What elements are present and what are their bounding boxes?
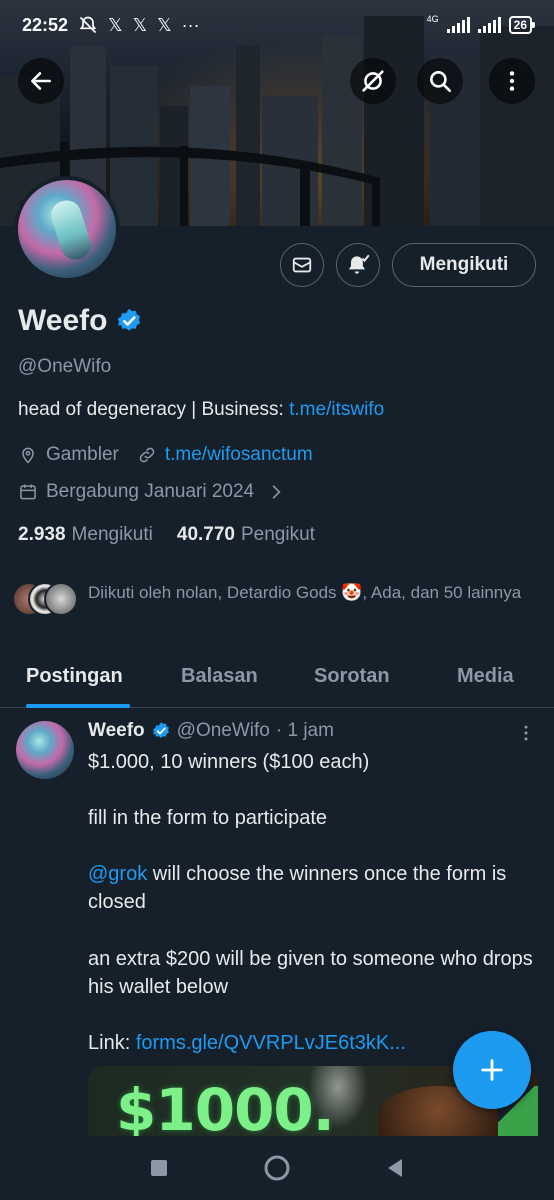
tab-highlights[interactable]: Sorotan (314, 665, 390, 688)
link-icon (139, 447, 155, 463)
following-button[interactable]: Mengikuti (392, 243, 536, 287)
followers-label: Pengikut (241, 524, 315, 545)
verified-badge-icon[interactable] (115, 307, 143, 335)
compose-post-button[interactable] (453, 1031, 531, 1109)
following-count: 2.938 (18, 524, 66, 545)
bio-link[interactable]: t.me/itswifo (289, 399, 384, 420)
tab-posts[interactable]: Postingan (26, 665, 123, 688)
tweet-author-name[interactable]: Weefo (88, 720, 145, 742)
nav-circle-icon (264, 1155, 290, 1181)
tweet-text: will choose the winners once the form is… (88, 863, 507, 913)
followed-by[interactable]: Diikuti oleh nolan, Detardio Gods 🤡, Ada… (12, 580, 542, 616)
profile-name-text: Weefo (18, 304, 108, 337)
location-icon (22, 447, 34, 464)
recent-apps-button[interactable] (144, 1153, 174, 1183)
followers-count: 40.770 (176, 524, 235, 545)
profile-bio: head of degeneracy | Business: t.me/itsw… (18, 399, 384, 421)
tweet-link[interactable]: forms.gle/QVVRPLvJE6t3kK... (136, 1032, 406, 1054)
tweet-text-line: $1.000, 10 winners ($100 each) (88, 751, 370, 773)
verified-badge-icon (152, 722, 169, 738)
profile-website[interactable]: t.me/wifosanctum (165, 444, 313, 466)
tweet-text-line: an extra $200 will be given to someone w… (88, 948, 533, 998)
profile-meta-row: Gambler t.me/wifosanctum (18, 444, 313, 466)
tab-replies[interactable]: Balasan (181, 665, 258, 688)
arrow-left-icon (31, 72, 51, 90)
followers-stat[interactable]: 40.770 Pengikut (177, 524, 315, 546)
x-app-icon: 𝕏 (132, 15, 148, 35)
back-button[interactable] (18, 58, 64, 104)
tweet-text-line: fill in the form to participate (88, 807, 327, 829)
profile-joined-row[interactable]: Bergabung Januari 2024 (18, 481, 286, 503)
following-label: Mengikuti (71, 524, 153, 545)
tweet-mention[interactable]: @grok (88, 863, 147, 885)
status-time: 22:52 (22, 14, 69, 35)
notifications-button[interactable] (336, 243, 380, 287)
signal-icon (477, 17, 501, 33)
follow-stats: 2.938 Mengikuti 40.770 Pengikut (18, 524, 315, 546)
network-type: 4G (426, 14, 439, 24)
bell-check-icon (348, 254, 370, 274)
chevron-right-icon (272, 485, 281, 499)
message-button[interactable] (280, 243, 324, 287)
following-stat[interactable]: 2.938 Mengikuti (18, 524, 153, 546)
x-app-icon: 𝕏 (108, 15, 123, 35)
search-button[interactable] (417, 58, 463, 104)
tweet-more-button[interactable] (516, 722, 536, 749)
status-bar: 22:52 𝕏 𝕏 𝕏 ··· 4G 26 (0, 0, 554, 50)
tweet-link-prefix: Link: (88, 1032, 136, 1054)
mail-icon (292, 257, 312, 273)
profile-tabs: Postingan Balasan Sorotan Media (0, 650, 554, 708)
grok-icon (362, 70, 384, 92)
tab-media[interactable]: Media (457, 665, 514, 688)
active-tab-indicator (26, 704, 130, 708)
tweet-header: Weefo @OneWifo · 1 jam (88, 720, 334, 742)
followed-by-text: Diikuti oleh nolan, Detardio Gods 🤡, Ada… (88, 583, 522, 602)
bell-muted-icon (79, 16, 97, 34)
followed-by-avatars (12, 580, 80, 616)
signal-icon (446, 17, 470, 33)
profile-handle: @OneWifo (18, 356, 112, 377)
more-notifications-icon: ··· (181, 15, 200, 35)
more-options-button[interactable] (489, 58, 535, 104)
profile-name: Weefo (18, 304, 143, 338)
more-vertical-icon (509, 71, 515, 91)
avatar (44, 582, 78, 616)
system-back-button[interactable] (380, 1153, 410, 1183)
profile-location: Gambler (46, 444, 119, 465)
search-icon (430, 71, 452, 93)
calendar-icon (20, 484, 36, 500)
tweet-image-text: $1000. (116, 1076, 335, 1136)
tweet-time: · 1 jam (275, 720, 334, 741)
nav-square-icon (151, 1160, 167, 1176)
battery-icon: 26 (508, 16, 536, 34)
plus-icon (481, 1059, 503, 1081)
tweet-avatar[interactable] (16, 721, 74, 779)
grok-button[interactable] (350, 58, 396, 104)
profile-avatar[interactable] (14, 176, 120, 282)
x-app-icon: 𝕏 (157, 15, 172, 35)
home-button[interactable] (262, 1153, 292, 1183)
tweet-text-line: @grok will choose the winners once the f… (88, 860, 538, 916)
nav-back-triangle-icon (388, 1159, 402, 1177)
tweet-author-handle: @OneWifo (176, 720, 270, 741)
more-vertical-icon (524, 725, 528, 741)
system-nav-bar (0, 1136, 554, 1200)
bio-text: head of degeneracy | Business: (18, 399, 290, 420)
profile-joined: Bergabung Januari 2024 (46, 481, 255, 502)
